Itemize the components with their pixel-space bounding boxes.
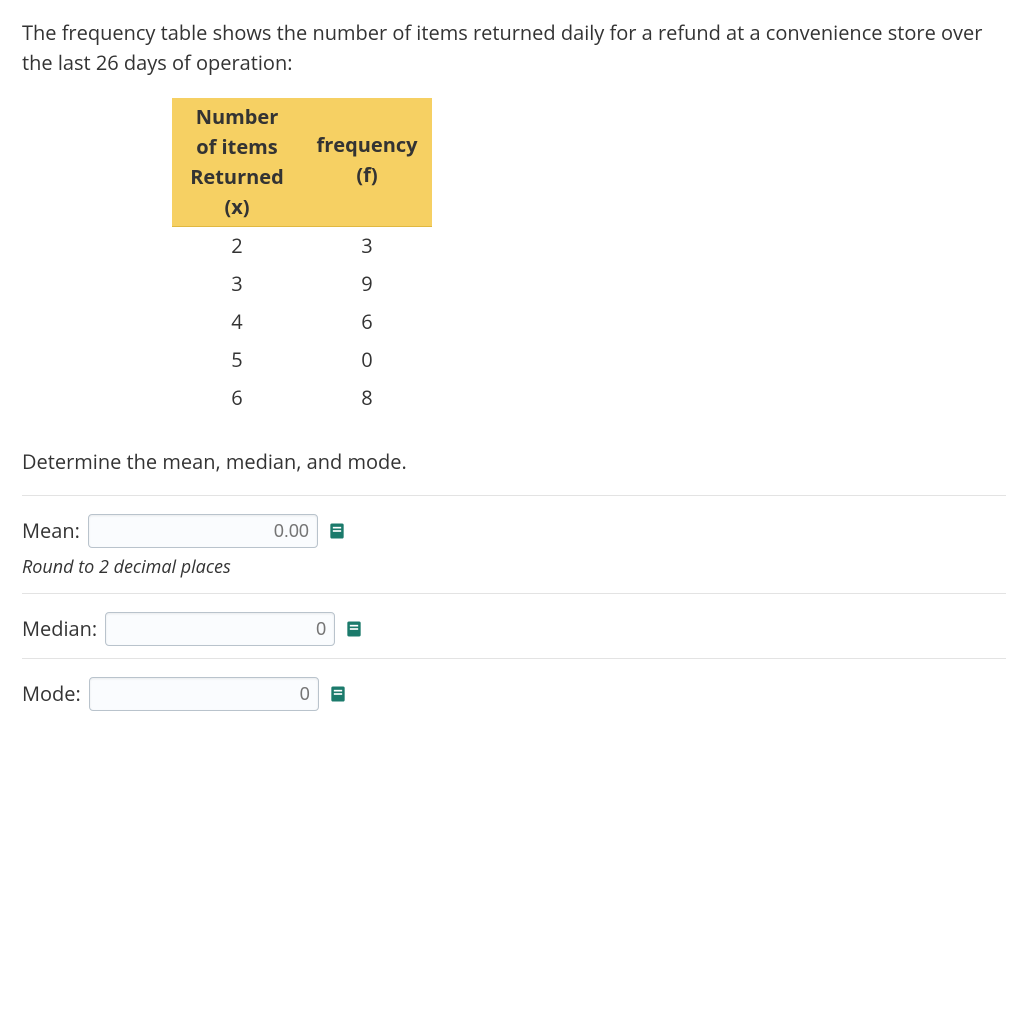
table-header-x-l4: (x) — [180, 192, 294, 222]
mean-label: Mean: — [22, 516, 80, 546]
cell-x: 2 — [172, 227, 302, 266]
book-icon[interactable] — [327, 683, 349, 705]
table-row: 4 6 — [172, 303, 432, 341]
cell-x: 4 — [172, 303, 302, 341]
cell-f: 3 — [302, 227, 432, 266]
cell-x: 5 — [172, 341, 302, 379]
cell-f: 8 — [302, 379, 432, 417]
cell-f: 9 — [302, 265, 432, 303]
cell-f: 0 — [302, 341, 432, 379]
table-row: 5 0 — [172, 341, 432, 379]
question-intro: The frequency table shows the number of … — [22, 18, 1006, 78]
divider — [22, 658, 1006, 659]
mode-input[interactable] — [89, 677, 319, 711]
frequency-table: Number of items Returned (x) frequency (… — [172, 98, 432, 417]
mode-label: Mode: — [22, 679, 81, 709]
question-prompt: Determine the mean, median, and mode. — [22, 447, 1006, 477]
table-header-x: Number of items Returned (x) — [172, 98, 302, 227]
cell-x: 3 — [172, 265, 302, 303]
table-header-f: frequency (f) — [302, 98, 432, 227]
book-icon[interactable] — [326, 520, 348, 542]
divider — [22, 495, 1006, 496]
table-header-x-l3: Returned — [180, 162, 294, 192]
cell-x: 6 — [172, 379, 302, 417]
table-header-x-l1: Number — [180, 102, 294, 132]
mean-hint: Round to 2 decimal places — [22, 554, 1006, 581]
table-header-x-l2: of items — [180, 132, 294, 162]
table-header-f-l2: (f) — [310, 160, 424, 190]
divider — [22, 593, 1006, 594]
table-header-f-l1: frequency — [310, 130, 424, 160]
table-row: 2 3 — [172, 227, 432, 266]
mean-input[interactable] — [88, 514, 318, 548]
table-row: 3 9 — [172, 265, 432, 303]
median-label: Median: — [22, 614, 97, 644]
book-icon[interactable] — [343, 618, 365, 640]
cell-f: 6 — [302, 303, 432, 341]
median-input[interactable] — [105, 612, 335, 646]
table-row: 6 8 — [172, 379, 432, 417]
